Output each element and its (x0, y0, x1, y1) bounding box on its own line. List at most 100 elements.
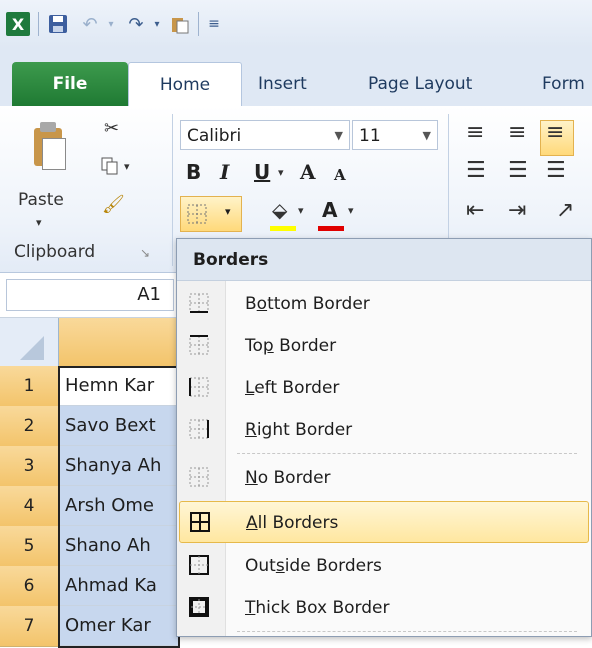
chevron-down-icon[interactable]: ▾ (225, 205, 231, 218)
paste-dropdown-icon[interactable]: ▾ (36, 216, 42, 229)
fill-color-swatch (270, 226, 296, 231)
align-right-icon[interactable]: ☰ (546, 158, 566, 183)
underline-button[interactable]: U (254, 160, 270, 184)
cut-icon[interactable]: ✂ (104, 118, 119, 139)
menu-item-label: No Border (245, 468, 331, 488)
menu-item-label: All Borders (246, 513, 339, 533)
cell-a4[interactable]: Arsh Ome (59, 486, 179, 526)
bold-button[interactable]: B (186, 160, 201, 184)
customize-icon[interactable]: ≡ (204, 12, 224, 36)
chevron-down-icon[interactable]: ▼ (423, 121, 431, 151)
dialog-launcher-icon[interactable]: ↘ (140, 246, 150, 260)
font-color-swatch (318, 226, 344, 231)
shrink-font-button[interactable]: A (334, 166, 346, 184)
tab-formulas[interactable]: Form (542, 62, 585, 106)
align-left-icon[interactable]: ☰ (466, 158, 486, 183)
italic-button[interactable]: I (220, 160, 229, 184)
row-header[interactable]: 7 (0, 606, 59, 647)
menu-item-label: Bottom Border (245, 294, 370, 314)
menu-item-no-border[interactable]: No Border (179, 457, 589, 499)
menu-item-label: Top Border (245, 336, 337, 356)
paste-icon[interactable] (30, 120, 66, 170)
menu-separator (237, 631, 577, 632)
underline-dropdown-icon[interactable]: ▾ (278, 166, 284, 179)
select-all-button[interactable] (0, 318, 59, 367)
cell-a3[interactable]: Shanya Ah (59, 446, 179, 486)
clipboard-group-label: Clipboard (14, 242, 96, 262)
row-header[interactable]: 3 (0, 446, 59, 487)
chevron-down-icon[interactable]: ▼ (335, 121, 343, 151)
menu-item-bottom-border[interactable]: Bottom Border (179, 283, 589, 325)
undo-dropdown-icon[interactable]: ▾ (104, 12, 118, 36)
copy-icon[interactable] (100, 156, 122, 181)
font-color-button[interactable]: A (322, 198, 337, 222)
align-top-icon[interactable]: ≡ (466, 120, 484, 145)
redo-dropdown-icon[interactable]: ▾ (150, 12, 164, 36)
font-name-combobox[interactable]: Calibri ▼ (180, 120, 350, 150)
redo-icon[interactable]: ↷ (124, 12, 148, 36)
group-divider (172, 114, 173, 266)
menu-item-label: Right Border (245, 420, 353, 440)
top-border-icon (189, 335, 209, 355)
menu-separator (237, 453, 577, 454)
align-middle-icon[interactable]: ≡ (508, 120, 526, 145)
row-header[interactable]: 1 (0, 366, 59, 407)
outside-borders-icon (189, 555, 209, 575)
bottom-border-icon (189, 293, 209, 313)
paste-small-icon[interactable] (168, 12, 192, 36)
menu-item-all-borders[interactable]: All Borders (179, 501, 589, 543)
row-header[interactable]: 6 (0, 566, 59, 607)
tab-insert[interactable]: Insert (258, 62, 307, 106)
menu-item-label: Left Border (245, 378, 340, 398)
all-borders-icon (190, 512, 210, 532)
row-header[interactable]: 4 (0, 486, 59, 527)
cell-a5[interactable]: Shano Ah (59, 526, 179, 566)
borders-dropdown-menu: Borders Bottom Border Top Border Left Bo… (176, 238, 592, 637)
menu-item-outside-borders[interactable]: Outside Borders (179, 545, 589, 587)
font-color-dropdown-icon[interactable]: ▾ (348, 204, 354, 217)
save-icon[interactable] (46, 12, 70, 36)
thick-box-border-icon (189, 597, 209, 617)
cell-a1[interactable]: Hemn Kar (59, 366, 179, 406)
font-size-combobox[interactable]: 11 ▼ (352, 120, 438, 150)
format-painter-icon[interactable]: 🖌 (102, 194, 125, 215)
menu-title: Borders (177, 239, 591, 281)
column-header-a[interactable] (59, 318, 179, 367)
excel-logo-icon[interactable]: X (6, 12, 30, 36)
grow-font-button[interactable]: A (300, 160, 316, 184)
font-name-value: Calibri (187, 126, 242, 146)
align-bottom-icon[interactable]: ≡ (546, 120, 564, 145)
orientation-icon[interactable]: ↗ (556, 198, 574, 223)
menu-item-label: Thick Box Border (245, 598, 390, 618)
copy-dropdown-icon[interactable]: ▾ (124, 160, 130, 173)
ribbon-tabs: File Home Insert Page Layout Form (0, 48, 592, 108)
toolbar-divider (38, 12, 39, 36)
tab-file[interactable]: File (12, 62, 128, 106)
quick-access-toolbar: X ↶ ▾ ↷ ▾ ≡ (0, 0, 592, 49)
row-header[interactable]: 2 (0, 406, 59, 447)
cell-a2[interactable]: Savo Bext (59, 406, 179, 446)
fill-color-icon[interactable]: ⬙ (272, 198, 287, 222)
tab-page-layout[interactable]: Page Layout (368, 62, 472, 106)
cell-a7[interactable]: Omer Kar (59, 606, 179, 646)
cell-a6[interactable]: Ahmad Ka (59, 566, 179, 606)
menu-item-thick-box-border[interactable]: Thick Box Border (179, 587, 589, 629)
menu-item-left-border[interactable]: Left Border (179, 367, 589, 409)
font-size-value: 11 (359, 126, 381, 146)
menu-item-right-border[interactable]: Right Border (179, 409, 589, 451)
increase-indent-icon[interactable]: ⇥ (508, 198, 526, 223)
fill-dropdown-icon[interactable]: ▾ (298, 204, 304, 217)
border-grid-icon (187, 204, 207, 224)
right-border-icon (189, 419, 209, 439)
menu-item-label: Outside Borders (245, 556, 382, 576)
tab-home[interactable]: Home (128, 62, 242, 108)
row-header[interactable]: 5 (0, 526, 59, 567)
borders-button[interactable]: ▾ (180, 196, 242, 232)
toolbar-divider (198, 12, 199, 36)
decrease-indent-icon[interactable]: ⇤ (466, 198, 484, 223)
menu-item-top-border[interactable]: Top Border (179, 325, 589, 367)
undo-icon[interactable]: ↶ (78, 12, 102, 36)
paste-button[interactable]: Paste (18, 190, 64, 210)
align-center-icon[interactable]: ☰ (508, 158, 528, 183)
name-box[interactable]: A1 (6, 279, 174, 311)
